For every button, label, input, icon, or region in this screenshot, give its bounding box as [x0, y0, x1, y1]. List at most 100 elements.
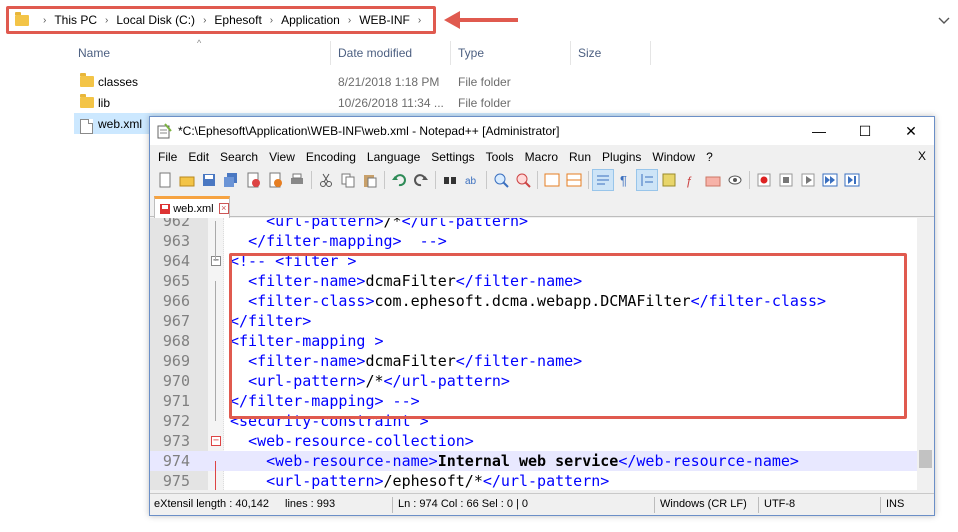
toolbar-separator — [486, 171, 487, 189]
code-line[interactable]: 974 <web-resource-name>Internal web serv… — [150, 451, 934, 471]
breadcrumb-item[interactable]: Application — [281, 13, 340, 27]
title-bar[interactable]: *C:\Ephesoft\Application\WEB-INF\web.xml… — [150, 117, 934, 145]
open-folder-icon[interactable] — [176, 169, 198, 191]
svg-text:ab: ab — [465, 176, 477, 187]
line-number: 963 — [162, 232, 190, 250]
annotation-arrow-icon — [444, 11, 518, 29]
tab-web-xml[interactable]: web.xml × — [154, 196, 230, 218]
menu-macro[interactable]: Macro — [525, 150, 558, 164]
toolbar: ab ¶ ƒ — [150, 168, 934, 192]
column-header-date[interactable]: Date modified — [338, 41, 412, 65]
zoom-in-icon[interactable] — [490, 169, 512, 191]
code-token: --> — [401, 232, 447, 250]
paste-icon[interactable] — [359, 169, 381, 191]
breadcrumb-item[interactable]: WEB-INF — [359, 13, 410, 27]
code-line[interactable]: 962 <url-pattern>/*</url-pattern> — [150, 218, 934, 231]
indent-guide-icon[interactable] — [636, 169, 658, 191]
status-bar: eXtensil length : 40,142 lines : 993 Ln … — [150, 493, 934, 515]
file-name: web.xml — [98, 116, 143, 131]
sync-horizontal-icon[interactable] — [563, 169, 585, 191]
breadcrumb-item[interactable]: Local Disk (C:) — [116, 13, 195, 27]
line-number: 968 — [162, 332, 190, 350]
menu-tools[interactable]: Tools — [486, 150, 514, 164]
code-line[interactable]: 975 <url-pattern>/ephesoft/*</url-patter… — [150, 471, 934, 490]
monitoring-icon[interactable] — [724, 169, 746, 191]
copy-icon[interactable] — [337, 169, 359, 191]
save-icon[interactable] — [198, 169, 220, 191]
vertical-scrollbar[interactable] — [917, 218, 934, 490]
status-divider — [880, 497, 881, 513]
column-header-size[interactable]: Size — [578, 41, 601, 65]
close-all-icon[interactable] — [264, 169, 286, 191]
breadcrumb-item[interactable]: Ephesoft — [214, 13, 261, 27]
save-macro-icon[interactable] — [841, 169, 863, 191]
replace-icon[interactable]: ab — [461, 169, 483, 191]
maximize-button[interactable]: ☐ — [842, 117, 888, 145]
scrollbar-thumb[interactable] — [919, 450, 932, 468]
fold-toggle-icon[interactable]: − — [211, 436, 221, 446]
close-button[interactable]: ✕ — [888, 117, 934, 145]
code-line[interactable]: 963 </filter-mapping> --> — [150, 231, 934, 251]
menu-help[interactable]: ? — [706, 150, 713, 164]
unsaved-file-icon — [160, 203, 170, 214]
fold-guide-line — [215, 281, 216, 421]
document-map-icon[interactable] — [658, 169, 680, 191]
column-header-name[interactable]: Name — [78, 41, 110, 65]
print-icon[interactable] — [286, 169, 308, 191]
play-multiple-icon[interactable] — [819, 169, 841, 191]
menu-view[interactable]: View — [269, 150, 295, 164]
status-divider — [654, 497, 655, 513]
file-date: 8/21/2018 1:18 PM — [338, 74, 440, 89]
notepadpp-icon — [157, 123, 172, 139]
chevron-right-icon: › — [105, 14, 109, 26]
menu-plugins[interactable]: Plugins — [602, 150, 641, 164]
file-type: File folder — [458, 74, 511, 89]
column-divider — [570, 41, 571, 65]
file-type: File folder — [458, 95, 511, 110]
line-number: 962 — [162, 218, 190, 230]
fold-toggle-icon[interactable]: − — [211, 256, 221, 266]
sync-vertical-icon[interactable] — [541, 169, 563, 191]
new-file-icon[interactable] — [154, 169, 176, 191]
menu-edit[interactable]: Edit — [188, 150, 209, 164]
navigation-pane — [0, 40, 60, 532]
column-header-type[interactable]: Type — [458, 41, 484, 65]
menu-window[interactable]: Window — [652, 150, 695, 164]
show-all-chars-icon[interactable]: ¶ — [614, 169, 636, 191]
menu-search[interactable]: Search — [220, 150, 258, 164]
list-item[interactable]: lib 10/26/2018 11:34 ... File folder — [74, 92, 650, 113]
status-length: eXtensil length : 40,142 — [154, 498, 269, 510]
menu-file[interactable]: File — [158, 150, 177, 164]
code-token: <url-pattern> — [266, 218, 384, 230]
column-divider — [650, 41, 651, 65]
record-macro-icon[interactable] — [753, 169, 775, 191]
file-name: lib — [98, 95, 111, 110]
redo-icon[interactable] — [410, 169, 432, 191]
menu-settings[interactable]: Settings — [431, 150, 474, 164]
menu-language[interactable]: Language — [367, 150, 420, 164]
word-wrap-icon[interactable] — [592, 169, 614, 191]
stop-macro-icon[interactable] — [775, 169, 797, 191]
cut-icon[interactable] — [315, 169, 337, 191]
folder-workspace-icon[interactable] — [702, 169, 724, 191]
find-icon[interactable] — [439, 169, 461, 191]
code-line[interactable]: 973 − <web-resource-collection> — [150, 431, 934, 451]
undo-icon[interactable] — [388, 169, 410, 191]
line-number: 970 — [162, 372, 190, 390]
function-list-icon[interactable]: ƒ — [680, 169, 702, 191]
chevron-down-icon[interactable] — [936, 12, 952, 28]
breadcrumb[interactable]: › This PC › Local Disk (C:) › Ephesoft ›… — [6, 6, 436, 34]
list-item[interactable]: classes 8/21/2018 1:18 PM File folder — [74, 71, 650, 92]
menu-encoding[interactable]: Encoding — [306, 150, 356, 164]
save-all-icon[interactable] — [220, 169, 242, 191]
close-document-button[interactable]: X — [918, 149, 926, 163]
minimize-button[interactable]: — — [796, 117, 842, 145]
code-token: </url-pattern> — [482, 472, 610, 490]
menu-run[interactable]: Run — [569, 150, 591, 164]
breadcrumb-item[interactable]: This PC — [54, 13, 97, 27]
close-file-icon[interactable] — [242, 169, 264, 191]
close-tab-icon[interactable]: × — [218, 203, 229, 214]
zoom-out-icon[interactable] — [512, 169, 534, 191]
play-macro-icon[interactable] — [797, 169, 819, 191]
